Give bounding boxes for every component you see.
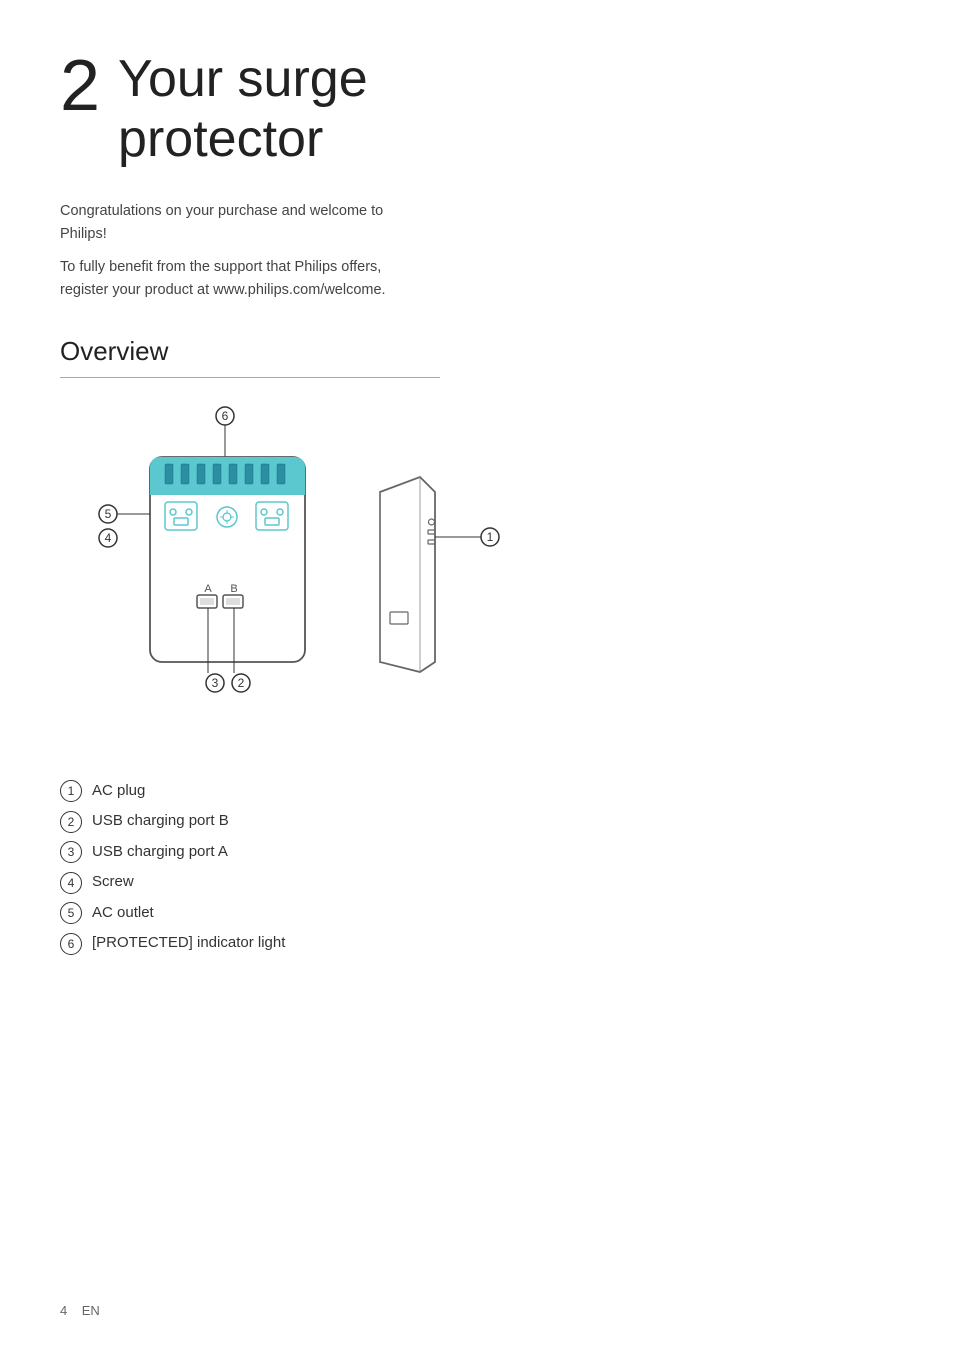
- overview-title: Overview: [60, 332, 440, 378]
- legend-label: AC outlet: [92, 902, 154, 925]
- svg-text:3: 3: [212, 676, 219, 690]
- legend-circle: 1: [60, 780, 82, 802]
- legend-circle: 2: [60, 811, 82, 833]
- legend-circle: 6: [60, 933, 82, 955]
- legend-label: USB charging port B: [92, 810, 229, 833]
- legend-item: 2 USB charging port B: [60, 810, 894, 833]
- page-header: 2 Your surge protector Congratulations o…: [60, 50, 894, 302]
- legend-label: USB charging port A: [92, 841, 228, 864]
- intro-para1: Congratulations on your purchase and wel…: [60, 200, 430, 246]
- svg-text:1: 1: [487, 530, 494, 544]
- chapter-title-block: Your surge protector: [118, 50, 368, 170]
- legend-item: 3 USB charging port A: [60, 841, 894, 864]
- chapter-number: 2: [60, 50, 100, 122]
- legend-list: 1 AC plug 2 USB charging port B 3 USB ch…: [60, 780, 894, 955]
- legend-item: 5 AC outlet: [60, 902, 894, 925]
- legend-item: 4 Screw: [60, 871, 894, 894]
- svg-text:A: A: [204, 583, 212, 595]
- legend-circle: 5: [60, 902, 82, 924]
- legend-circle: 4: [60, 872, 82, 894]
- svg-text:4: 4: [105, 531, 112, 545]
- legend-label: Screw: [92, 871, 134, 894]
- page-lang: EN: [82, 1303, 100, 1318]
- legend-item: 1 AC plug: [60, 780, 894, 803]
- diagram-svg: 6: [60, 402, 540, 750]
- overview-section: Overview 6: [60, 332, 894, 955]
- chapter-title-wrapper: 2 Your surge protector: [60, 50, 894, 170]
- svg-text:2: 2: [238, 676, 245, 690]
- intro-para2: To fully benefit from the support that P…: [60, 256, 430, 302]
- legend-circle: 3: [60, 841, 82, 863]
- legend-label: [PROTECTED] indicator light: [92, 932, 285, 955]
- diagram-area: 6: [60, 402, 894, 750]
- page-footer: 4 EN: [60, 1301, 100, 1321]
- page-number: 4: [60, 1303, 67, 1318]
- svg-text:5: 5: [105, 507, 112, 521]
- svg-text:6: 6: [222, 409, 229, 423]
- svg-text:B: B: [230, 583, 237, 595]
- legend-item: 6 [PROTECTED] indicator light: [60, 932, 894, 955]
- chapter-title: Your surge protector: [118, 50, 368, 168]
- legend-label: AC plug: [92, 780, 145, 803]
